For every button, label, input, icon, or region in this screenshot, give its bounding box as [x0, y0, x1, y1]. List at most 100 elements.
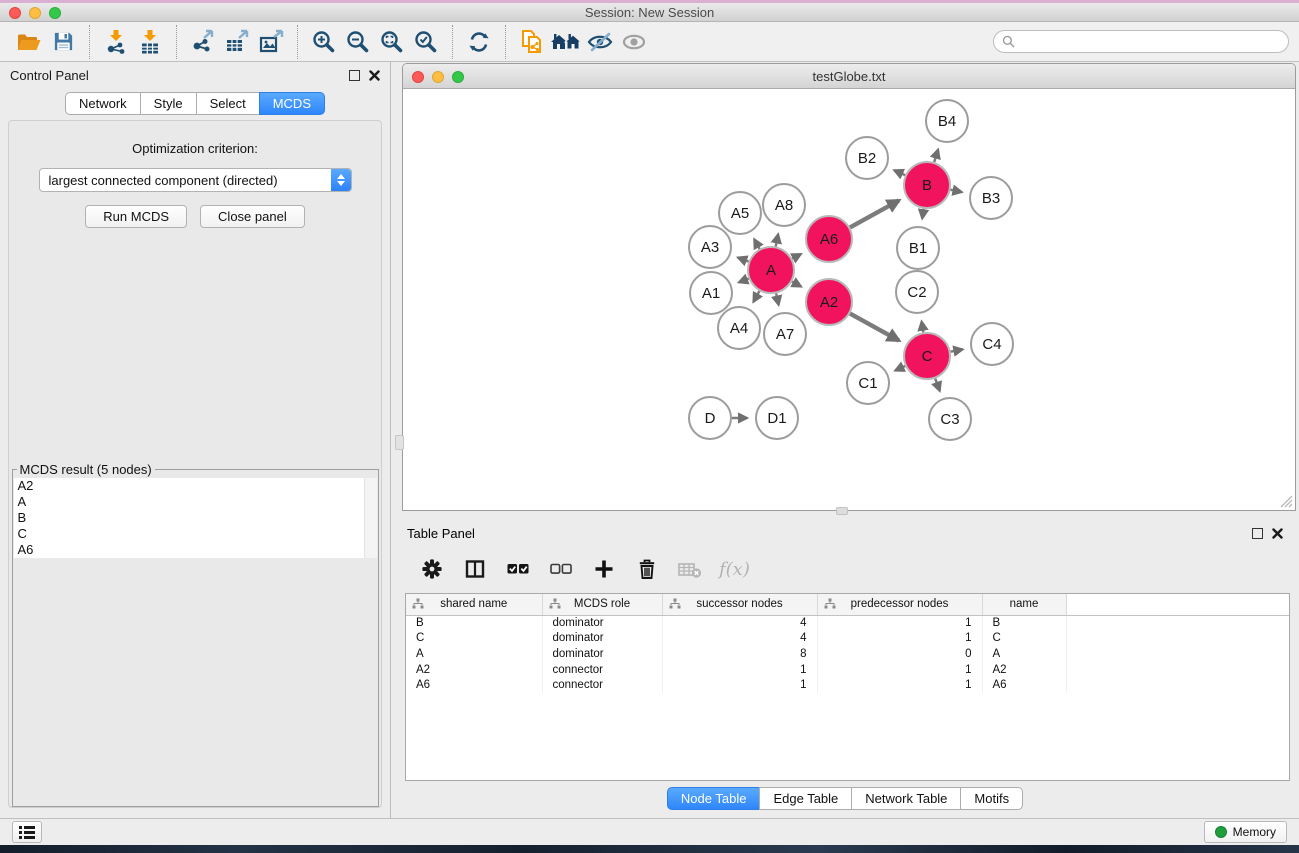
graph-node-A3[interactable]: A3 — [689, 226, 731, 268]
graph-node-C1[interactable]: C1 — [847, 362, 889, 404]
graph-edge[interactable] — [951, 349, 963, 351]
zoom-out-button[interactable] — [341, 26, 375, 58]
close-panel-icon[interactable] — [369, 70, 380, 81]
graph-edge[interactable] — [754, 239, 759, 249]
delete-table-button[interactable] — [676, 555, 704, 583]
graph-edge[interactable] — [922, 209, 923, 219]
table-row[interactable]: Bdominator41B — [406, 615, 1289, 631]
column-header-mcds-role[interactable]: MCDS role — [542, 594, 662, 615]
mcds-result-item[interactable]: A2 — [14, 478, 377, 494]
zoom-fit-button[interactable] — [375, 26, 409, 58]
homes-button[interactable] — [549, 26, 583, 58]
graph-node-A[interactable]: A — [748, 247, 794, 293]
graph-edge[interactable] — [895, 366, 905, 371]
graph-edge[interactable] — [850, 200, 899, 227]
minimize-window-button[interactable] — [29, 7, 41, 19]
graph-node-A1[interactable]: A1 — [690, 272, 732, 314]
mcds-result-item[interactable]: B — [14, 510, 377, 526]
task-history-button[interactable] — [12, 821, 42, 843]
search-box[interactable] — [993, 30, 1289, 53]
graph-edge[interactable] — [935, 379, 939, 391]
splitter-handle-horizontal[interactable] — [836, 507, 848, 515]
graph-edge[interactable] — [738, 258, 748, 262]
graph-edge[interactable] — [753, 291, 759, 302]
tab-network-table[interactable]: Network Table — [851, 787, 961, 810]
function-builder-button[interactable]: f(x) — [719, 559, 750, 580]
refresh-view-button[interactable] — [462, 26, 496, 58]
zoom-in-button[interactable] — [307, 26, 341, 58]
tab-mcds[interactable]: MCDS — [259, 92, 325, 115]
graph-node-B3[interactable]: B3 — [970, 177, 1012, 219]
graph-edge[interactable] — [792, 282, 801, 287]
clone-network-button[interactable] — [515, 26, 549, 58]
graph-node-A7[interactable]: A7 — [764, 313, 806, 355]
graph-node-C4[interactable]: C4 — [971, 323, 1013, 365]
mcds-result-list[interactable]: A2ABCA6 — [14, 478, 377, 558]
graph-node-C3[interactable]: C3 — [929, 398, 971, 440]
open-session-button[interactable] — [12, 26, 46, 58]
import-network-button[interactable] — [99, 26, 133, 58]
minimize-network-window-button[interactable] — [432, 71, 444, 83]
tab-style[interactable]: Style — [140, 92, 197, 115]
mcds-result-item[interactable]: A — [14, 494, 377, 510]
graph-node-A8[interactable]: A8 — [763, 184, 805, 226]
export-table-button[interactable] — [220, 26, 254, 58]
create-column-button[interactable] — [590, 555, 618, 583]
table-row[interactable]: A2connector11A2 — [406, 662, 1289, 678]
graph-node-C2[interactable]: C2 — [896, 271, 938, 313]
mcds-result-item[interactable]: A6 — [14, 542, 377, 558]
graph-node-A4[interactable]: A4 — [718, 307, 760, 349]
zoom-window-button[interactable] — [49, 7, 61, 19]
graph-edge[interactable] — [776, 234, 778, 246]
column-header-name[interactable]: name — [982, 594, 1066, 615]
graph-node-C[interactable]: C — [904, 333, 950, 379]
mcds-result-item[interactable]: C — [14, 526, 377, 542]
close-panel-icon[interactable] — [1272, 528, 1283, 539]
graph-node-D1[interactable]: D1 — [756, 397, 798, 439]
graph-edge[interactable] — [922, 322, 924, 333]
graph-edge[interactable] — [739, 279, 749, 283]
zoom-network-window-button[interactable] — [452, 71, 464, 83]
export-image-button[interactable] — [254, 26, 288, 58]
graph-node-B1[interactable]: B1 — [897, 227, 939, 269]
optimization-criterion-dropdown[interactable]: largest connected component (directed) — [39, 168, 352, 192]
column-header-predecessor-nodes[interactable]: predecessor nodes — [817, 594, 982, 615]
tab-motifs[interactable]: Motifs — [960, 787, 1023, 810]
table-row[interactable]: A6connector11A6 — [406, 677, 1289, 693]
network-canvas[interactable]: B4B2BB3A8A5A6A3B1AC2A1A2A4A7C4CC1DD1C3 — [403, 89, 1295, 510]
select-all-button[interactable] — [504, 555, 532, 583]
table-settings-button[interactable] — [418, 555, 446, 583]
graph-edge[interactable] — [792, 254, 801, 259]
scrollbar-track[interactable] — [364, 478, 377, 558]
graph-edge[interactable] — [776, 293, 778, 304]
float-panel-icon[interactable] — [1252, 528, 1263, 539]
export-network-button[interactable] — [186, 26, 220, 58]
graph-edge[interactable] — [934, 150, 938, 162]
delete-column-button[interactable] — [633, 555, 661, 583]
memory-button[interactable]: Memory — [1204, 821, 1287, 843]
close-window-button[interactable] — [9, 7, 21, 19]
float-panel-icon[interactable] — [349, 70, 360, 81]
tab-select[interactable]: Select — [196, 92, 260, 115]
splitter-handle-vertical[interactable] — [395, 435, 404, 450]
deselect-all-button[interactable] — [547, 555, 575, 583]
graph-node-B[interactable]: B — [904, 162, 950, 208]
run-mcds-button[interactable]: Run MCDS — [85, 205, 187, 228]
show-columns-button[interactable] — [461, 555, 489, 583]
import-table-button[interactable] — [133, 26, 167, 58]
graph-node-B2[interactable]: B2 — [846, 137, 888, 179]
graph-node-A5[interactable]: A5 — [719, 192, 761, 234]
tab-node-table[interactable]: Node Table — [667, 787, 761, 810]
table-row[interactable]: Adominator80A — [406, 646, 1289, 662]
tab-edge-table[interactable]: Edge Table — [759, 787, 852, 810]
search-input[interactable] — [1020, 35, 1280, 49]
zoom-selected-button[interactable] — [409, 26, 443, 58]
table-row[interactable]: Cdominator41C — [406, 631, 1289, 647]
graph-edge[interactable] — [850, 314, 899, 341]
close-network-window-button[interactable] — [412, 71, 424, 83]
graph-edge[interactable] — [951, 190, 962, 192]
toggle-graphics-details-button[interactable] — [583, 26, 617, 58]
graph-node-D[interactable]: D — [689, 397, 731, 439]
close-panel-button[interactable]: Close panel — [200, 205, 305, 228]
tab-network[interactable]: Network — [65, 92, 141, 115]
